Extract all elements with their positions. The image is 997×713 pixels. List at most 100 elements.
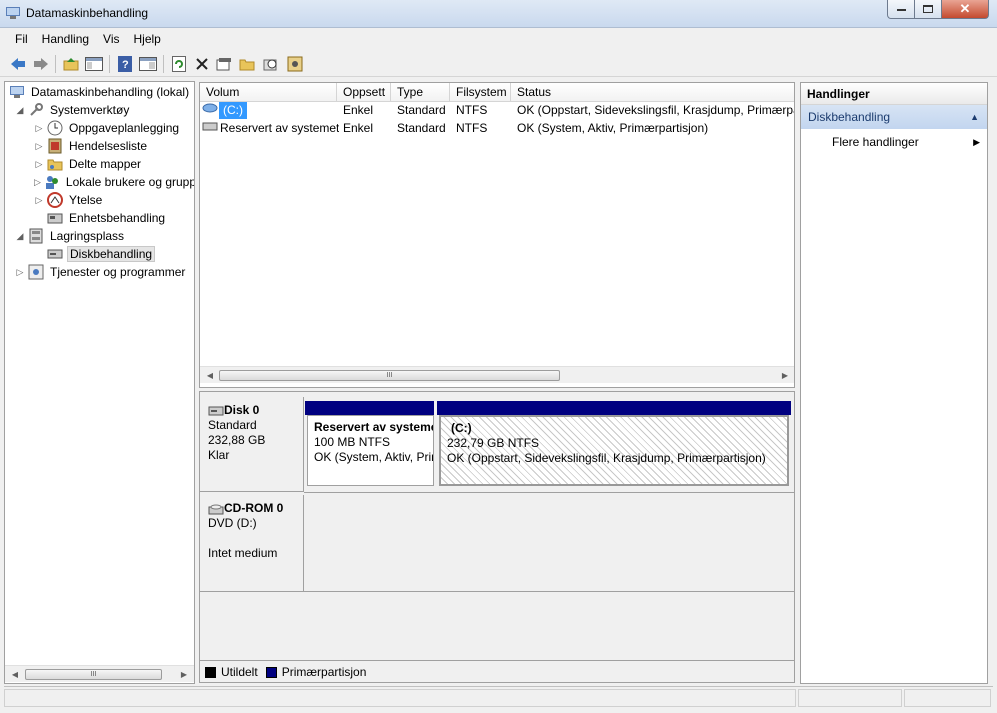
- partition-name: (C:): [451, 421, 472, 435]
- back-arrow-icon[interactable]: [8, 54, 28, 74]
- shared-folder-icon: [47, 156, 63, 172]
- status-bar: [4, 686, 993, 708]
- computer-management-icon: [6, 7, 20, 19]
- cdrom-0-info[interactable]: CD-ROM 0 DVD (D:) Intet medium: [200, 495, 304, 592]
- menu-help[interactable]: Hjelp: [127, 32, 168, 46]
- navigation-tree: Datamaskinbehandling (lokal) ◢ Systemver…: [4, 81, 195, 684]
- expand-arrow-icon[interactable]: ▷: [34, 123, 44, 134]
- volume-name: (C:): [219, 102, 247, 119]
- partition-name: Reservert av systemet: [314, 420, 434, 434]
- cdrom-state: Intet medium: [208, 546, 278, 560]
- more-actions-item[interactable]: Flere handlinger ▶: [801, 133, 987, 151]
- tree-item-task-scheduler[interactable]: ▷ Oppgaveplanlegging: [34, 119, 181, 137]
- menu-view[interactable]: Vis: [96, 32, 126, 46]
- scroll-right-icon[interactable]: ▶: [777, 367, 793, 383]
- show-hide-tree-icon[interactable]: [84, 54, 104, 74]
- disk-drive-icon: [47, 246, 63, 262]
- column-header-type[interactable]: Type: [391, 83, 450, 102]
- volume-icon: [202, 102, 218, 119]
- device-manager-icon: [47, 210, 63, 226]
- legend-unallocated: Utildelt: [221, 665, 258, 679]
- partition-size: 100 MB NTFS: [314, 435, 391, 449]
- help-icon[interactable]: ?: [115, 54, 135, 74]
- status-segment: [798, 689, 902, 707]
- column-header-status[interactable]: Status: [511, 83, 794, 102]
- primary-swatch: [265, 666, 277, 678]
- open-icon[interactable]: [237, 54, 257, 74]
- scroll-right-icon[interactable]: ▶: [176, 666, 192, 682]
- scrollbar-thumb[interactable]: III: [219, 370, 560, 381]
- search-disk-icon[interactable]: [261, 54, 281, 74]
- scroll-left-icon[interactable]: ◀: [202, 367, 218, 383]
- column-header-filesystem[interactable]: Filsystem: [450, 83, 511, 102]
- submenu-arrow-icon: ▶: [973, 137, 980, 147]
- console-view-icon[interactable]: [138, 54, 158, 74]
- partition-status: OK (System, Aktiv, Primærpartisjon): [314, 450, 433, 464]
- minimize-icon: [896, 8, 906, 11]
- collapse-up-icon[interactable]: ▲: [970, 105, 979, 129]
- actions-section-disk-management[interactable]: Diskbehandling ▲: [801, 105, 987, 129]
- performance-icon: [47, 192, 63, 208]
- users-icon: [44, 174, 60, 190]
- settings-icon[interactable]: [285, 54, 305, 74]
- tree-item-performance[interactable]: ▷ Ytelse: [34, 191, 104, 209]
- minimize-button[interactable]: [887, 0, 915, 19]
- collapse-arrow-icon[interactable]: ◢: [15, 231, 25, 242]
- maximize-button[interactable]: [914, 0, 942, 19]
- cdrom-type: DVD (D:): [208, 516, 257, 530]
- scroll-left-icon[interactable]: ◀: [7, 666, 23, 682]
- partition-bar: [437, 401, 791, 415]
- column-header-volume[interactable]: Volum: [200, 83, 337, 102]
- storage-icon: [28, 228, 44, 244]
- volume-list-horizontal-scrollbar[interactable]: ◀ III ▶: [200, 366, 794, 383]
- expand-arrow-icon[interactable]: ▷: [34, 177, 41, 188]
- tree-item-storage[interactable]: ◢ Lagringsplass: [15, 227, 126, 245]
- expand-arrow-icon[interactable]: ▷: [15, 267, 25, 278]
- tree-item-event-viewer[interactable]: ▷ Hendelsesliste: [34, 137, 149, 155]
- menu-action[interactable]: Handling: [35, 32, 96, 46]
- delete-icon[interactable]: [192, 54, 212, 74]
- forward-arrow-icon[interactable]: [31, 54, 51, 74]
- scrollbar-thumb[interactable]: III: [25, 669, 162, 680]
- tree-item-shared-folders[interactable]: ▷ Delte mapper: [34, 155, 143, 173]
- disk-0-info[interactable]: Disk 0 Standard 232,88 GB Klar: [200, 397, 304, 492]
- volume-type: Standard: [397, 121, 446, 135]
- collapse-arrow-icon[interactable]: ◢: [15, 105, 25, 116]
- status-segment: [904, 689, 991, 707]
- volume-type: Standard: [397, 103, 446, 117]
- actions-section-label: Diskbehandling: [808, 110, 891, 124]
- window-title: Datamaskinbehandling: [26, 6, 149, 20]
- tree-item-computer-management[interactable]: Datamaskinbehandling (lokal): [9, 83, 191, 101]
- unallocated-swatch: [205, 666, 216, 678]
- tree-item-device-manager[interactable]: Enhetsbehandling: [47, 209, 167, 227]
- tree-item-system-tools[interactable]: ◢ Systemverktøy: [15, 101, 131, 119]
- drive-icon: [202, 120, 218, 137]
- tree-horizontal-scrollbar[interactable]: ◀ III ▶: [5, 665, 194, 682]
- column-header-layout[interactable]: Oppsett: [337, 83, 391, 102]
- tree-item-services-apps[interactable]: ▷ Tjenester og programmer: [15, 263, 187, 281]
- divider: [304, 492, 794, 493]
- up-folder-icon[interactable]: [61, 54, 81, 74]
- tree-item-local-users[interactable]: ▷ Lokale brukere og grupper: [34, 173, 194, 191]
- partition-c[interactable]: (C:) 232,79 GB NTFS OK (Oppstart, Sideve…: [439, 415, 789, 486]
- tools-icon: [28, 102, 44, 118]
- menu-file[interactable]: Fil: [8, 32, 35, 46]
- event-log-icon: [47, 138, 63, 154]
- actions-pane: Handlinger Diskbehandling ▲ Flere handli…: [800, 82, 988, 684]
- partition-status: OK (Oppstart, Sidevekslingsfil, Krasjdum…: [447, 451, 766, 465]
- expand-arrow-icon[interactable]: ▷: [34, 195, 44, 206]
- close-button[interactable]: ✕: [941, 0, 989, 19]
- expand-arrow-icon[interactable]: ▷: [34, 159, 44, 170]
- partition-system-reserved[interactable]: Reservert av systemet 100 MB NTFS OK (Sy…: [307, 415, 434, 486]
- properties-icon[interactable]: [214, 54, 234, 74]
- legend: Utildelt Primærpartisjon: [199, 660, 795, 683]
- volume-layout: Enkel: [343, 121, 374, 135]
- refresh-icon[interactable]: [169, 54, 189, 74]
- disk-state: Klar: [208, 448, 230, 462]
- cdrom-area: [304, 495, 794, 592]
- expand-arrow-icon[interactable]: ▷: [34, 141, 44, 152]
- disk-icon: [208, 406, 224, 415]
- computer-management-icon: [9, 84, 25, 100]
- tree-item-disk-management[interactable]: Diskbehandling: [47, 245, 156, 263]
- disk-name: Disk 0: [224, 403, 260, 417]
